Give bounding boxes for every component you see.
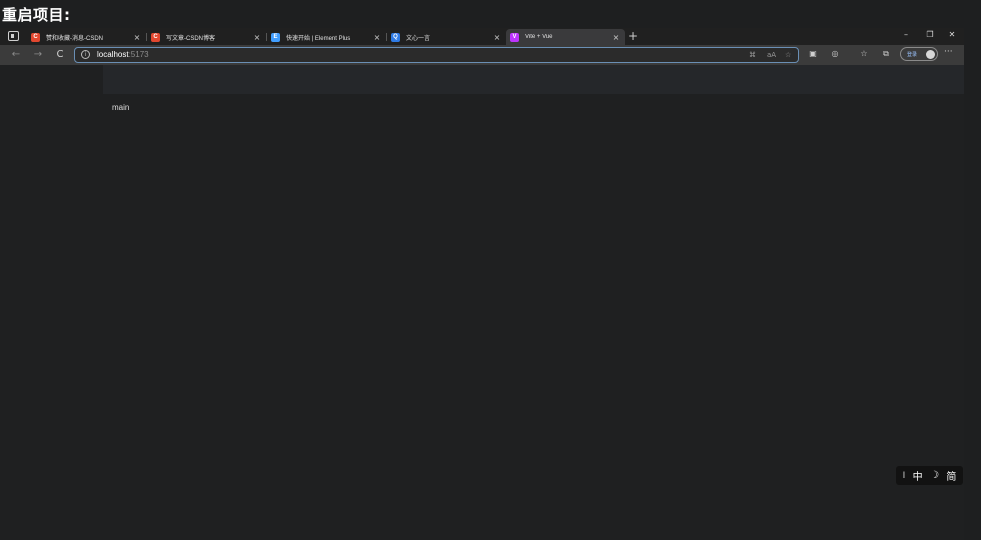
tab-csdn-messages[interactable]: C 赞和收藏-消息-CSDN ×: [27, 29, 146, 45]
csdn-favicon-icon: C: [31, 32, 40, 42]
tab-element-plus[interactable]: E 快速开始 | Element Plus ×: [267, 29, 386, 45]
profile-avatar-icon: [926, 50, 935, 59]
page-viewport: main: [0, 65, 964, 540]
new-tab-button[interactable]: +: [628, 29, 638, 43]
more-menu-icon[interactable]: ···: [944, 47, 953, 57]
ime-cursor-indicator: I: [902, 470, 906, 481]
back-arrow-icon[interactable]: ←: [10, 48, 22, 62]
forward-arrow-icon[interactable]: →: [32, 48, 44, 62]
tab-title: 快速开始 | Element Plus: [286, 35, 351, 42]
tab-csdn-write[interactable]: C 写文章-CSDN博客 ×: [147, 29, 266, 45]
close-tab-icon[interactable]: ×: [372, 33, 382, 42]
translate-icon[interactable]: aA: [767, 51, 776, 59]
caption-title: 重启项目:: [2, 6, 71, 24]
right-edge-strip: [964, 28, 981, 540]
collections-icon[interactable]: ⧉: [880, 49, 892, 59]
tab-title: 写文章-CSDN博客: [166, 35, 215, 42]
favorite-add-icon[interactable]: ☆: [785, 51, 791, 59]
profile-login-button[interactable]: 登录: [900, 47, 938, 61]
wenxin-favicon-icon: Q: [391, 32, 400, 42]
address-toolbar: ← → C i localhost:5173 ⌘ aA ☆ ▣ ◎ ☆ ⧉ 登录…: [0, 45, 964, 65]
tab-title: Vite + Vue: [525, 34, 553, 40]
tab-title: 文心一言: [406, 35, 431, 42]
reload-icon[interactable]: C: [54, 48, 66, 62]
element-plus-favicon-icon: E: [271, 32, 280, 42]
restore-icon[interactable]: ❐: [924, 30, 936, 39]
login-label: 登录: [907, 52, 918, 58]
ime-moon-icon[interactable]: ☽: [930, 470, 939, 481]
close-tab-icon[interactable]: ×: [132, 33, 142, 42]
minimize-icon[interactable]: –: [900, 30, 912, 39]
reader-mode-icon[interactable]: ⌘: [749, 51, 756, 59]
ime-toolbar[interactable]: I 中 ☽ 简: [896, 466, 963, 485]
address-bar[interactable]: i localhost:5173 ⌘ aA ☆: [74, 47, 799, 63]
tab-wenxin[interactable]: Q 文心一言 ×: [387, 29, 506, 45]
close-tab-icon[interactable]: ×: [492, 33, 502, 42]
vite-favicon-icon: V: [510, 32, 519, 42]
close-tab-icon[interactable]: ×: [611, 33, 621, 42]
main-content-text: main: [112, 103, 130, 112]
tab-vite-vue[interactable]: V Vite + Vue ×: [506, 29, 625, 45]
tab-title: 赞和收藏-消息-CSDN: [46, 35, 103, 42]
tab-actions-icon[interactable]: [8, 31, 19, 41]
browser-window: C 赞和收藏-消息-CSDN × C 写文章-CSDN博客 × E 快速开始 |…: [0, 28, 964, 540]
game-icon[interactable]: ◎: [829, 49, 841, 58]
ime-simplified-toggle[interactable]: 简: [946, 468, 956, 483]
url-port: :5173: [128, 50, 149, 59]
ime-language-toggle[interactable]: 中: [913, 468, 923, 483]
info-icon[interactable]: i: [81, 50, 90, 59]
url-host: localhost: [97, 50, 129, 59]
url-text[interactable]: localhost:5173: [97, 50, 149, 59]
tab-strip: C 赞和收藏-消息-CSDN × C 写文章-CSDN博客 × E 快速开始 |…: [0, 28, 964, 45]
page-header: [103, 65, 964, 94]
favorites-icon[interactable]: ☆: [858, 49, 870, 58]
csdn-favicon-icon: C: [151, 32, 160, 42]
close-tab-icon[interactable]: ×: [252, 33, 262, 42]
close-window-icon[interactable]: ✕: [946, 30, 958, 39]
copilot-icon[interactable]: ▣: [807, 49, 819, 58]
